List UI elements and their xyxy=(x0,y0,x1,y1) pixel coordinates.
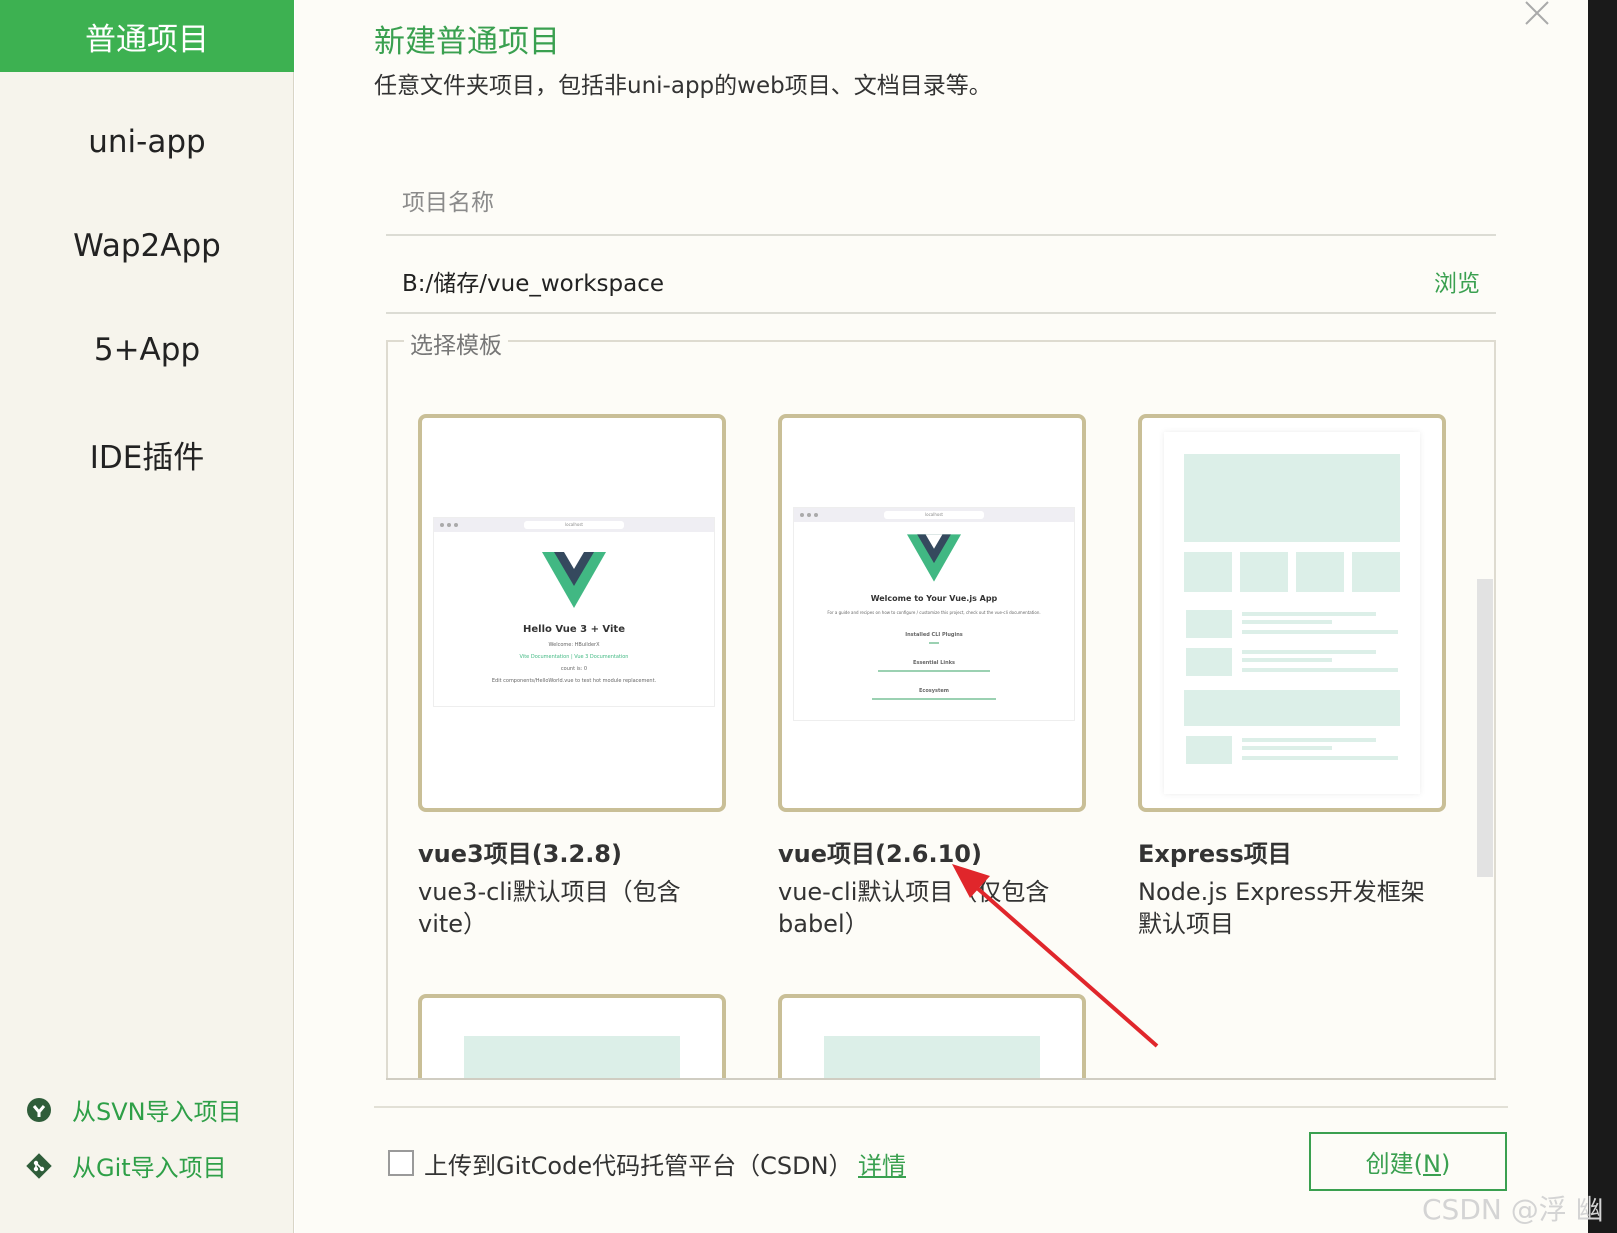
sidebar-item-label: uni-app xyxy=(88,124,206,160)
svn-import-link[interactable]: 从SVN导入项目 xyxy=(26,1092,242,1127)
wire-block xyxy=(1186,648,1232,676)
sidebar-item-label: 5+App xyxy=(93,332,201,368)
wire-block xyxy=(1296,552,1344,592)
template-card-partial[interactable] xyxy=(778,994,1086,1080)
express-preview xyxy=(1164,432,1420,794)
create-button[interactable]: 创建(N) xyxy=(1309,1132,1507,1191)
preview-section: Installed CLI Plugins xyxy=(905,632,963,638)
watermark: CSDN @浮 幽 xyxy=(1422,1193,1604,1226)
dialog-subtitle: 任意文件夹项目，包括非uni-app的web项目、文档目录等。 xyxy=(374,73,992,99)
preview-line: Edit components/HelloWorld.vue to test h… xyxy=(491,678,657,684)
svn-icon xyxy=(26,1097,52,1123)
preview-section: Essential Links xyxy=(912,660,955,666)
wire-block xyxy=(464,1036,680,1080)
template-card-vue2-name: vue项目(2.6.10) xyxy=(778,840,982,868)
preview-line: For a guide and recipes on how to config… xyxy=(827,610,1041,615)
vue3-preview: localhost Hello Vue 3 + Vite Welcome: HB… xyxy=(434,518,714,706)
location-field: 浏览 xyxy=(386,248,1496,314)
vue2-preview: localhost Welcome to Your Vue.js App For… xyxy=(794,508,1074,720)
wire-block xyxy=(1184,552,1232,592)
wire-block xyxy=(1352,552,1400,592)
sidebar-item-uni-app[interactable]: uni-app xyxy=(0,106,294,178)
preview-url: localhost xyxy=(524,521,624,529)
preview-heading: Welcome to Your Vue.js App xyxy=(870,594,998,603)
preview-url: localhost xyxy=(884,511,984,519)
sidebar-item-label: IDE插件 xyxy=(89,439,205,476)
preview-heading: Hello Vue 3 + Vite xyxy=(523,624,625,635)
wire-block xyxy=(824,1036,1040,1080)
vue-logo-icon xyxy=(542,552,606,608)
template-card-vue2-desc: vue-cli默认项目（仅包含babel） xyxy=(778,878,1050,938)
preview-link xyxy=(872,698,996,700)
upload-label: 上传到GitCode代码托管平台（CSDN） xyxy=(424,1152,853,1180)
template-card-express[interactable] xyxy=(1138,414,1446,812)
sidebar-item-normal-project[interactable]: 普通项目 xyxy=(0,0,294,72)
window-edge xyxy=(1588,0,1617,1233)
location-input[interactable] xyxy=(402,262,1302,300)
template-card-vue2[interactable]: localhost Welcome to Your Vue.js App For… xyxy=(778,414,1086,812)
template-card-express-desc: Node.js Express开发框架默认项目 xyxy=(1138,878,1425,938)
template-card-express-name: Express项目 xyxy=(1138,840,1292,868)
sidebar-item-label: 普通项目 xyxy=(85,21,209,58)
template-card-vue3[interactable]: localhost Hello Vue 3 + Vite Welcome: HB… xyxy=(418,414,726,812)
create-shortcut-key: N xyxy=(1423,1150,1441,1178)
project-name-field xyxy=(386,170,1496,236)
project-name-input[interactable] xyxy=(402,184,1302,222)
template-card-partial[interactable] xyxy=(418,994,726,1080)
detail-link[interactable]: 详情 xyxy=(858,1146,906,1181)
browse-button[interactable]: 浏览 xyxy=(1434,264,1480,298)
close-button[interactable] xyxy=(1518,0,1554,30)
sidebar-item-wap2app[interactable]: Wap2App xyxy=(0,210,294,282)
wire-block xyxy=(1184,454,1400,542)
footer-divider xyxy=(374,1106,1508,1108)
template-legend: 选择模板 xyxy=(404,326,508,360)
template-card-vue3-name: vue3项目(3.2.8) xyxy=(418,840,622,868)
git-import-link[interactable]: 从Git导入项目 xyxy=(26,1148,227,1183)
preview-link xyxy=(878,670,990,672)
wire-block xyxy=(1184,690,1400,726)
sidebar: 普通项目 uni-app Wap2App 5+App IDE插件 从SVN导入项… xyxy=(0,0,294,1233)
wire-block xyxy=(1186,736,1232,764)
template-card-vue3-desc: vue3-cli默认项目（包含vite） xyxy=(418,878,681,938)
svn-import-label: 从SVN导入项目 xyxy=(72,1098,242,1126)
create-label-close: ) xyxy=(1440,1150,1451,1178)
upload-checkbox[interactable] xyxy=(388,1150,414,1176)
close-icon xyxy=(1525,1,1549,25)
git-icon xyxy=(26,1152,52,1179)
preview-link xyxy=(929,642,939,644)
dialog-title: 新建普通项目 xyxy=(374,24,560,60)
preview-line: count is: 0 xyxy=(560,666,588,672)
sidebar-item-ide-plugin[interactable]: IDE插件 xyxy=(0,418,294,490)
wire-block xyxy=(1186,610,1232,638)
git-import-label: 从Git导入项目 xyxy=(72,1154,227,1182)
wire-block xyxy=(1240,552,1288,592)
template-scrollbar[interactable] xyxy=(1477,579,1493,877)
sidebar-item-5plus-app[interactable]: 5+App xyxy=(0,314,294,386)
create-label: 创建( xyxy=(1365,1150,1424,1178)
preview-section: Ecosystem xyxy=(918,688,950,694)
preview-line: Welcome: HBuilderX xyxy=(548,642,600,648)
preview-line: Vite Documentation | Vue 3 Documentation xyxy=(519,654,629,660)
vue-logo-icon xyxy=(907,534,961,582)
sidebar-item-label: Wap2App xyxy=(73,228,221,264)
